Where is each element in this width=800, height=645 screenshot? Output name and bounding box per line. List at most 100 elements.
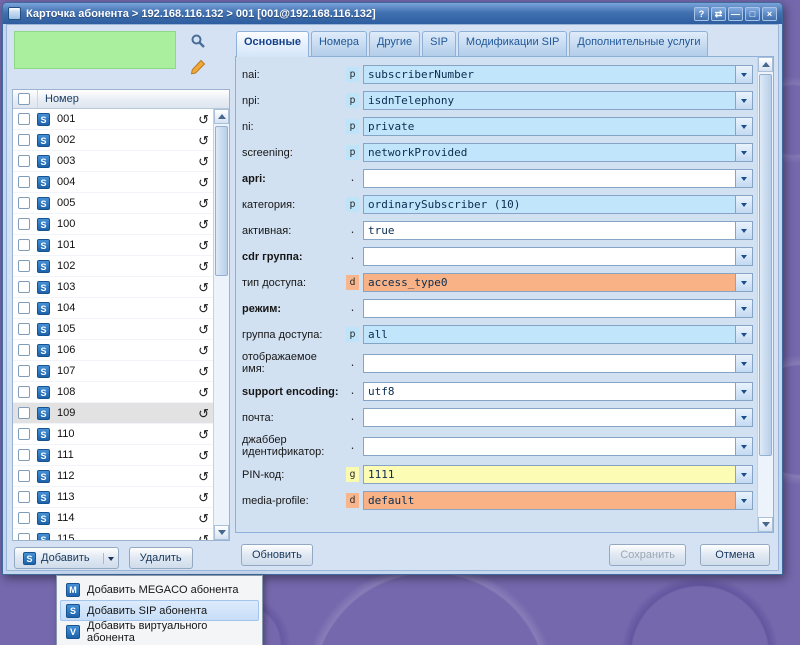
minimize-icon[interactable]: — [728, 7, 743, 21]
subscriber-row[interactable]: S 106 ↺ [13, 340, 213, 361]
list-scrollbar[interactable] [213, 109, 229, 540]
row-checkbox[interactable] [18, 323, 30, 335]
subscriber-row[interactable]: S 002 ↺ [13, 130, 213, 151]
row-checkbox[interactable] [18, 365, 30, 377]
dropdown-trigger-icon[interactable] [735, 355, 752, 372]
dropdown-trigger-icon[interactable] [735, 383, 752, 400]
menu-item[interactable]: M Добавить MEGACO абонента [60, 579, 259, 600]
menu-item[interactable]: V Добавить виртуального абонента [60, 621, 259, 642]
quick-filter-input[interactable] [14, 31, 176, 69]
close-icon[interactable]: × [762, 7, 777, 21]
history-icon[interactable]: ↺ [198, 407, 209, 420]
dropdown-trigger-icon[interactable] [735, 492, 752, 509]
subscriber-row[interactable]: S 112 ↺ [13, 466, 213, 487]
dropdown-trigger-icon[interactable] [735, 170, 752, 187]
scroll-down-icon[interactable] [758, 517, 773, 532]
history-icon[interactable]: ↺ [198, 386, 209, 399]
scroll-up-icon[interactable] [758, 57, 773, 72]
row-checkbox[interactable] [18, 113, 30, 125]
field-combobox[interactable] [363, 408, 753, 427]
history-icon[interactable]: ↺ [198, 134, 209, 147]
dropdown-trigger-icon[interactable] [735, 66, 752, 83]
dropdown-trigger-icon[interactable] [735, 274, 752, 291]
dropdown-trigger-icon[interactable] [735, 144, 752, 161]
subscriber-row[interactable]: S 111 ↺ [13, 445, 213, 466]
search-button[interactable] [186, 29, 210, 53]
field-combobox[interactable] [363, 437, 753, 456]
history-icon[interactable]: ↺ [198, 176, 209, 189]
history-icon[interactable]: ↺ [198, 113, 209, 126]
field-combobox[interactable]: true [363, 221, 753, 240]
subscriber-row[interactable]: S 101 ↺ [13, 235, 213, 256]
field-combobox[interactable]: default [363, 491, 753, 510]
subscriber-row[interactable]: S 102 ↺ [13, 256, 213, 277]
row-checkbox[interactable] [18, 344, 30, 356]
history-icon[interactable]: ↺ [198, 260, 209, 273]
row-checkbox[interactable] [18, 134, 30, 146]
dropdown-trigger-icon[interactable] [735, 222, 752, 239]
dropdown-trigger-icon[interactable] [735, 196, 752, 213]
history-icon[interactable]: ↺ [198, 533, 209, 541]
menu-item[interactable]: S Добавить SIP абонента [60, 600, 259, 621]
tab-основные[interactable]: Основные [236, 31, 309, 57]
history-icon[interactable]: ↺ [198, 197, 209, 210]
scrollbar-thumb[interactable] [759, 74, 772, 456]
tab-другие[interactable]: Другие [369, 31, 420, 56]
subscriber-row[interactable]: S 100 ↺ [13, 214, 213, 235]
subscriber-row[interactable]: S 109 ↺ [13, 403, 213, 424]
field-combobox[interactable]: utf8 [363, 382, 753, 401]
add-dropdown-arrow-icon[interactable] [103, 553, 118, 564]
delete-subscriber-button[interactable]: Удалить [129, 547, 193, 569]
row-checkbox[interactable] [18, 176, 30, 188]
dropdown-trigger-icon[interactable] [735, 409, 752, 426]
dropdown-trigger-icon[interactable] [735, 466, 752, 483]
field-combobox[interactable] [363, 169, 753, 188]
row-checkbox[interactable] [18, 302, 30, 314]
tab-sip[interactable]: SIP [422, 31, 456, 56]
detach-icon[interactable]: ⇄ [711, 7, 726, 21]
dropdown-trigger-icon[interactable] [735, 92, 752, 109]
dropdown-trigger-icon[interactable] [735, 438, 752, 455]
field-combobox[interactable]: subscriberNumber [363, 65, 753, 84]
subscriber-row[interactable]: S 115 ↺ [13, 529, 213, 540]
row-checkbox[interactable] [18, 449, 30, 461]
history-icon[interactable]: ↺ [198, 323, 209, 336]
scroll-up-icon[interactable] [214, 109, 229, 124]
field-combobox[interactable]: isdnTelephony [363, 91, 753, 110]
history-icon[interactable]: ↺ [198, 428, 209, 441]
row-checkbox[interactable] [18, 197, 30, 209]
subscriber-row[interactable]: S 108 ↺ [13, 382, 213, 403]
subscriber-row[interactable]: S 104 ↺ [13, 298, 213, 319]
history-icon[interactable]: ↺ [198, 512, 209, 525]
field-combobox[interactable]: ordinarySubscriber (10) [363, 195, 753, 214]
field-combobox[interactable]: 1111 [363, 465, 753, 484]
row-checkbox[interactable] [18, 218, 30, 230]
history-icon[interactable]: ↺ [198, 155, 209, 168]
tab-модификации-sip[interactable]: Модификации SIP [458, 31, 567, 56]
help-icon[interactable]: ? [694, 7, 709, 21]
row-checkbox[interactable] [18, 533, 30, 540]
refresh-button[interactable]: Обновить [241, 544, 313, 566]
row-checkbox[interactable] [18, 491, 30, 503]
row-checkbox[interactable] [18, 386, 30, 398]
maximize-icon[interactable]: □ [745, 7, 760, 21]
subscriber-row[interactable]: S 107 ↺ [13, 361, 213, 382]
subscriber-row[interactable]: S 110 ↺ [13, 424, 213, 445]
field-combobox[interactable] [363, 247, 753, 266]
dropdown-trigger-icon[interactable] [735, 248, 752, 265]
row-checkbox[interactable] [18, 260, 30, 272]
cancel-button[interactable]: Отмена [700, 544, 770, 566]
scroll-down-icon[interactable] [214, 525, 229, 540]
row-checkbox[interactable] [18, 155, 30, 167]
field-combobox[interactable]: all [363, 325, 753, 344]
history-icon[interactable]: ↺ [198, 218, 209, 231]
window-titlebar[interactable]: Карточка абонента > 192.168.116.132 > 00… [3, 3, 782, 24]
row-checkbox[interactable] [18, 281, 30, 293]
column-header-number[interactable]: Номер [45, 93, 79, 105]
history-icon[interactable]: ↺ [198, 344, 209, 357]
history-icon[interactable]: ↺ [198, 302, 209, 315]
field-combobox[interactable]: private [363, 117, 753, 136]
history-icon[interactable]: ↺ [198, 281, 209, 294]
dropdown-trigger-icon[interactable] [735, 300, 752, 317]
row-checkbox[interactable] [18, 239, 30, 251]
